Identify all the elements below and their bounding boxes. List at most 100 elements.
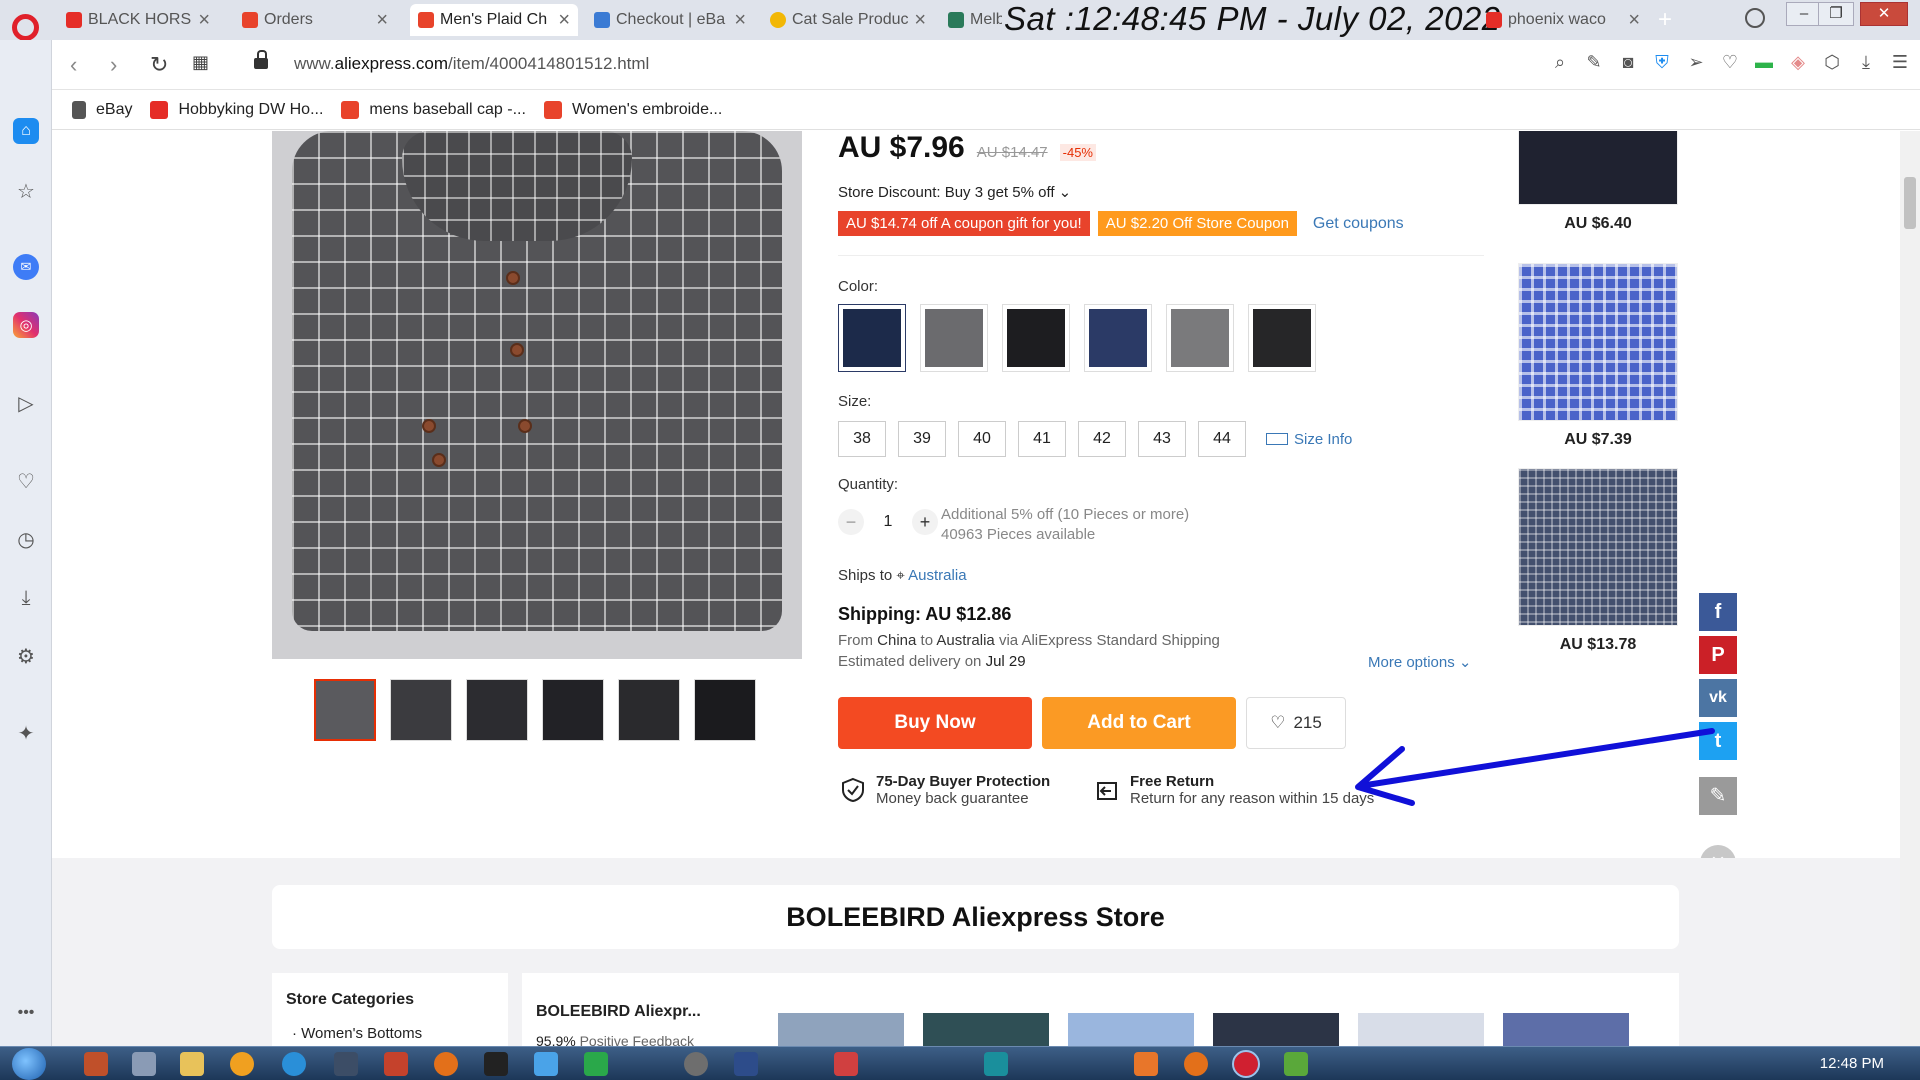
taskbar-app-icon[interactable]	[734, 1052, 758, 1076]
close-icon[interactable]: ×	[376, 9, 388, 32]
tips-bulb-icon[interactable]: ✦	[13, 720, 39, 746]
firefox-icon[interactable]	[1184, 1052, 1208, 1076]
taskbar-app-icon[interactable]	[834, 1052, 858, 1076]
new-tab-plus-icon[interactable]: +	[1658, 6, 1672, 34]
color-swatch[interactable]	[1248, 304, 1316, 372]
size-option[interactable]: 38	[838, 421, 886, 457]
size-option[interactable]: 43	[1138, 421, 1186, 457]
recommended-item[interactable]: AU $6.40	[1518, 131, 1678, 233]
taskbar-app-icon[interactable]	[684, 1052, 708, 1076]
extension-red-icon[interactable]: ◈	[1788, 52, 1808, 72]
bookmark-womens-embroidery[interactable]: Women's embroide...	[543, 100, 722, 119]
lock-icon[interactable]	[254, 50, 268, 72]
taskbar-app-icon[interactable]	[1134, 1052, 1158, 1076]
player-icon[interactable]: ▷	[13, 390, 39, 416]
thumbnail[interactable]	[314, 679, 376, 741]
store-coupon[interactable]: AU $2.20 Off Store Coupon	[1097, 211, 1297, 236]
recommended-item[interactable]: AU $7.39	[1518, 263, 1678, 449]
tab-phoenix-waco[interactable]: phoenix waco ×	[1478, 4, 1648, 36]
window-close-button[interactable]: ✕	[1860, 2, 1908, 26]
store-title[interactable]: BOLEEBIRD Aliexpress Store	[272, 885, 1679, 949]
bookmark-ebay[interactable]: eBay	[72, 100, 132, 119]
size-info-link[interactable]: Size Info	[1266, 431, 1352, 448]
taskbar-app-icon[interactable]	[1284, 1052, 1308, 1076]
quantity-value[interactable]: 1	[878, 513, 898, 531]
taskbar-app-icon[interactable]	[230, 1052, 254, 1076]
messenger-icon[interactable]: ✉	[13, 254, 39, 280]
buy-now-button[interactable]: Buy Now	[838, 697, 1032, 749]
send-icon[interactable]: ➢	[1686, 52, 1706, 72]
more-dots-icon[interactable]: •••	[13, 1000, 39, 1026]
recommended-item[interactable]: AU $13.78	[1518, 468, 1678, 654]
tab-checkout-ebay[interactable]: Checkout | eBa ×	[586, 4, 754, 36]
tab-melb[interactable]: Melb	[940, 4, 1010, 36]
tab-mens-plaid[interactable]: Men's Plaid Ch ×	[410, 4, 578, 36]
color-swatch[interactable]	[920, 304, 988, 372]
taskbar-app-icon[interactable]	[584, 1052, 608, 1076]
tab-black-horse[interactable]: BLACK HORSE ×	[58, 4, 218, 36]
color-swatch[interactable]	[1166, 304, 1234, 372]
opera-logo-icon[interactable]	[12, 14, 39, 41]
vpn-shield-icon[interactable]: ⛨	[1652, 52, 1672, 72]
color-swatch[interactable]	[1002, 304, 1070, 372]
tab-cat-sale[interactable]: Cat Sale Produc ×	[762, 4, 934, 36]
close-icon[interactable]: ×	[558, 9, 570, 32]
taskbar-app-icon[interactable]	[84, 1052, 108, 1076]
store-product-image[interactable]	[1358, 1013, 1484, 1046]
vk-icon[interactable]: vk	[1699, 679, 1737, 717]
page-scrollbar[interactable]	[1900, 131, 1920, 1046]
store-product-image[interactable]	[1068, 1013, 1194, 1046]
taskbar-app-icon[interactable]	[132, 1052, 156, 1076]
color-swatch[interactable]	[838, 304, 906, 372]
speed-dial-star-icon[interactable]: ☆	[13, 178, 39, 204]
facebook-icon[interactable]: f	[1699, 593, 1737, 631]
internet-explorer-icon[interactable]	[282, 1052, 306, 1076]
extension-green-icon[interactable]: ▬	[1754, 52, 1774, 72]
thumbnail[interactable]	[694, 679, 756, 741]
thumbnail[interactable]	[390, 679, 452, 741]
tab-orders[interactable]: Orders ×	[234, 4, 396, 36]
opera-taskbar-icon[interactable]	[1232, 1050, 1260, 1078]
firefox-icon[interactable]	[434, 1052, 458, 1076]
ships-to-country[interactable]: Australia	[908, 567, 966, 584]
store-product-image[interactable]	[778, 1013, 904, 1046]
heart-icon[interactable]: ♡	[13, 468, 39, 494]
store-discount[interactable]: Store Discount: Buy 3 get 5% off ⌄	[838, 183, 1071, 201]
coupon-gift[interactable]: AU $14.74 off A coupon gift for you!	[838, 211, 1090, 236]
more-options-link[interactable]: More options ⌄	[1368, 653, 1471, 671]
windows-start-icon[interactable]	[12, 1048, 46, 1080]
close-icon[interactable]: ×	[734, 9, 746, 32]
heart-icon[interactable]: ♡	[1720, 52, 1740, 72]
add-to-cart-button[interactable]: Add to Cart	[1042, 697, 1236, 749]
maximize-button[interactable]: ❐	[1818, 2, 1854, 26]
thumbnail[interactable]	[542, 679, 604, 741]
product-main-image[interactable]	[272, 131, 802, 659]
reload-icon[interactable]: ↻	[150, 52, 168, 78]
download-icon[interactable]: ⤓	[1856, 52, 1876, 72]
url-field[interactable]: www.aliexpress.com/item/4000414801512.ht…	[294, 54, 649, 74]
store-product-image[interactable]	[1213, 1013, 1339, 1046]
back-chevron-icon[interactable]: ‹	[70, 52, 77, 78]
instagram-icon[interactable]: ◎	[13, 312, 39, 338]
taskbar-app-icon[interactable]	[384, 1052, 408, 1076]
store-product-image[interactable]	[923, 1013, 1049, 1046]
size-option[interactable]: 42	[1078, 421, 1126, 457]
bookmark-baseball-cap[interactable]: mens baseball cap -...	[341, 100, 526, 119]
increase-button[interactable]: +	[912, 509, 938, 535]
taskbar-app-icon[interactable]	[534, 1052, 558, 1076]
zoom-search-icon[interactable]: ⌕	[1550, 52, 1570, 72]
bookmark-hobbyking[interactable]: Hobbyking DW Ho...	[150, 100, 323, 119]
close-icon[interactable]: ×	[914, 9, 926, 32]
category-item[interactable]: · Women's Bottoms	[292, 1025, 422, 1042]
tab-search-icon[interactable]	[1745, 8, 1765, 28]
edit-icon[interactable]: ✎	[1584, 52, 1604, 72]
taskbar-app-icon[interactable]	[484, 1052, 508, 1076]
scrollbar-thumb[interactable]	[1904, 177, 1916, 229]
taskbar-app-icon[interactable]	[334, 1052, 358, 1076]
get-coupons-link[interactable]: Get coupons	[1313, 215, 1404, 233]
home-icon[interactable]: ⌂	[13, 118, 39, 144]
close-icon[interactable]: ×	[1628, 9, 1640, 32]
close-icon[interactable]: ×	[198, 9, 210, 32]
size-option[interactable]: 41	[1018, 421, 1066, 457]
thumbnail[interactable]	[618, 679, 680, 741]
